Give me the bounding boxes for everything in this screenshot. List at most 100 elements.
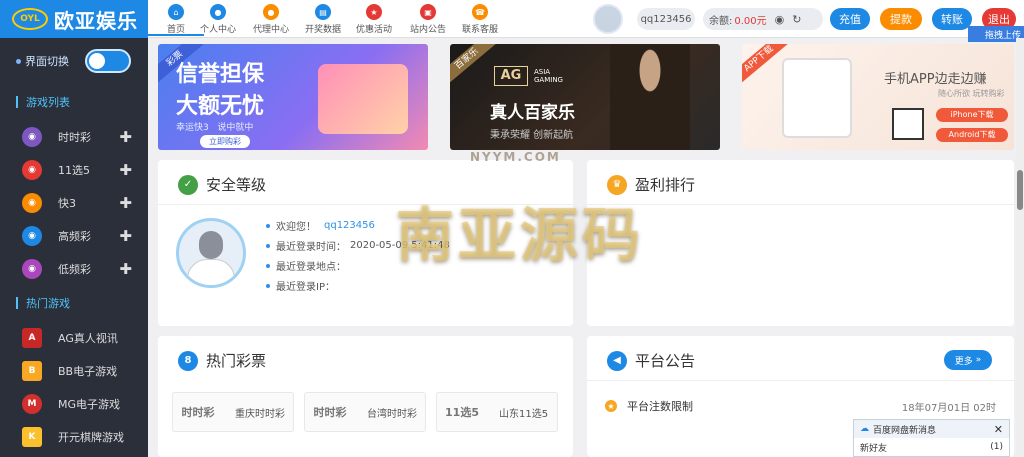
- welcome-username: qq123456: [324, 220, 375, 231]
- notice-icon: ▣: [420, 4, 436, 20]
- sidebar-item-label: AG真人视讯: [58, 331, 118, 345]
- banner-ribbon: 百家乐: [450, 44, 499, 87]
- bullet-icon: [266, 263, 270, 268]
- avatar-body-icon: [187, 259, 235, 285]
- welcome-line: 欢迎您！ qq123456: [266, 218, 375, 233]
- panel-title: ✓ 安全等级: [178, 174, 266, 195]
- nav-label: 首页: [166, 25, 185, 35]
- notice-date: 18年07月01日 02时: [901, 402, 996, 414]
- lottery-card-sd11x5[interactable]: 11选5 山东11选5: [436, 392, 558, 432]
- banner-app-download[interactable]: APP下载 手机APP边走边赚 随心所欲 玩转购彩 iPhone下载 Andro…: [742, 44, 1014, 150]
- nav-lottery-data[interactable]: ▤ 开奖数据: [295, 2, 351, 35]
- panel-title-text: 安全等级: [206, 176, 267, 194]
- bullet-icon: [266, 243, 270, 248]
- nav-agent[interactable]: ● 代理中心: [243, 2, 299, 35]
- balance-label: 余额:: [709, 15, 733, 27]
- iphone-download-button[interactable]: iPhone下载: [936, 108, 1008, 122]
- last-login-time-label: 最近登录时间：: [276, 242, 346, 253]
- ui-switch-toggle[interactable]: [85, 49, 131, 73]
- scrollbar[interactable]: [1016, 38, 1024, 457]
- banner-caption: 秉承荣耀 创新起航: [490, 130, 574, 141]
- logo-badge: OYL: [12, 8, 48, 30]
- ag-logo: AG: [494, 66, 528, 86]
- caption-part: 幸运快3: [176, 123, 209, 133]
- nav-notice[interactable]: ▣ 站内公告: [400, 2, 456, 35]
- dpc-icon: ◉: [22, 258, 42, 279]
- banner-headline: 大额无忧: [176, 94, 265, 119]
- nav-promo[interactable]: ★ 优惠活动: [346, 2, 402, 35]
- home-icon: ⌂: [168, 4, 184, 20]
- eye-icon[interactable]: ◉: [775, 13, 785, 26]
- panel-title-text: 平台公告: [635, 352, 696, 370]
- banner-lottery[interactable]: 彩票 信誉担保 大额无忧 幸运快3 说中就中 立即购彩: [158, 44, 428, 150]
- sidebar-item-ag[interactable]: A AG真人视讯: [0, 321, 148, 354]
- list-item[interactable]: ★ 平台注数限制 18年07月01日 02时: [605, 398, 996, 414]
- plus-icon[interactable]: ✚: [119, 161, 132, 179]
- section-bar-icon: [16, 96, 18, 108]
- sidebar-item-bb[interactable]: B BB电子游戏: [0, 354, 148, 387]
- nav-label: 联系客服: [461, 25, 498, 35]
- popup-header: ☁ 百度网盘新消息 ✕: [854, 420, 1009, 438]
- lottery-card-cqssc[interactable]: 时时彩 重庆时时彩: [172, 392, 294, 432]
- buy-now-button[interactable]: 立即购彩: [200, 135, 250, 148]
- logo[interactable]: OYL 欧亚娱乐: [0, 0, 148, 38]
- user-icon: ●: [210, 4, 226, 20]
- panel-title: 8 热门彩票: [178, 350, 266, 371]
- avatar: [176, 218, 246, 288]
- refresh-icon[interactable]: ↻: [792, 13, 801, 26]
- lottery-card-twssc[interactable]: 时时彩 台湾时时彩: [304, 392, 426, 432]
- bullet-icon: [266, 283, 270, 288]
- android-download-button[interactable]: Android下载: [936, 128, 1008, 142]
- sidebar-item-k3[interactable]: ◉ 快3 ✚: [0, 186, 148, 219]
- phone-illustration: [782, 58, 852, 138]
- username-pill[interactable]: qq123456: [637, 8, 695, 30]
- close-icon[interactable]: ✕: [994, 423, 1003, 436]
- sidebar-item-label: MG电子游戏: [58, 397, 121, 411]
- last-login-ip-label: 最近登录IP：: [276, 282, 335, 293]
- sidebar-item-dpc[interactable]: ◉ 低频彩 ✚: [0, 252, 148, 285]
- section-title: 游戏列表: [26, 96, 70, 109]
- popup-count: (1): [990, 442, 1003, 452]
- sidebar-item-11x5[interactable]: ◉ 11选5 ✚: [0, 153, 148, 186]
- watermark-url: NYYM.COM: [470, 150, 561, 164]
- notice-title: 平台注数限制: [627, 400, 693, 413]
- caption-part: 说中就中: [217, 123, 254, 133]
- plus-icon[interactable]: ✚: [119, 260, 132, 278]
- mg-icon: M: [22, 393, 42, 414]
- scrollbar-thumb[interactable]: [1017, 170, 1023, 210]
- more-button[interactable]: 更多 »: [944, 350, 992, 370]
- transfer-button[interactable]: 转账: [932, 8, 972, 30]
- nav-profile[interactable]: ● 个人中心: [190, 2, 246, 35]
- nav-service[interactable]: ☎ 联系客服: [452, 2, 508, 35]
- plus-icon[interactable]: ✚: [119, 128, 132, 146]
- brand-name: 欧亚娱乐: [54, 8, 138, 33]
- sidebar: OYL 欧亚娱乐 界面切换 游戏列表 ◉ 时时彩 ✚ ◉ 11选5 ✚ ◉ 快3 ✚ ◉ 高频…: [0, 0, 148, 457]
- avatar[interactable]: [593, 4, 623, 34]
- lottery-name: 台湾时时彩: [367, 408, 417, 420]
- 11x5-logo-icon: 11选5: [445, 406, 479, 419]
- last-login-place-line: 最近登录地点：: [266, 258, 346, 273]
- sidebar-item-gpc[interactable]: ◉ 高频彩 ✚: [0, 219, 148, 252]
- plus-icon[interactable]: ✚: [119, 227, 132, 245]
- watermark-text: 南亚源码: [395, 201, 644, 269]
- sidebar-item-label: BB电子游戏: [58, 364, 118, 378]
- ag-icon: A: [22, 327, 42, 348]
- sidebar-item-mg[interactable]: M MG电子游戏: [0, 387, 148, 420]
- banner-model-image: [610, 44, 690, 150]
- cloud-icon: ☁: [860, 424, 869, 434]
- sidebar-item-ky[interactable]: K 开元棋牌游戏: [0, 420, 148, 453]
- chevron-right-icon: »: [975, 355, 982, 365]
- balance-box: 余额: 0.00元 ◉ ↻: [703, 8, 823, 30]
- ssc-logo-icon: 时时彩: [313, 406, 347, 419]
- popup-row[interactable]: 新好友 (1): [854, 438, 1009, 456]
- section-game-list: 游戏列表: [0, 84, 148, 120]
- plus-icon[interactable]: ✚: [119, 194, 132, 212]
- sidebar-item-ssc[interactable]: ◉ 时时彩 ✚: [0, 120, 148, 153]
- withdraw-button[interactable]: 提款: [880, 8, 922, 30]
- deposit-button[interactable]: 充值: [830, 8, 870, 30]
- k3-icon: ◉: [22, 192, 42, 213]
- last-login-place-label: 最近登录地点：: [276, 262, 346, 273]
- banner-ag-baccarat[interactable]: 百家乐 AG ASIA GAMING 真人百家乐 秉承荣耀 创新起航: [450, 44, 720, 150]
- panel-title-text: 热门彩票: [206, 352, 267, 370]
- banner-headline: 真人百家乐: [490, 103, 575, 123]
